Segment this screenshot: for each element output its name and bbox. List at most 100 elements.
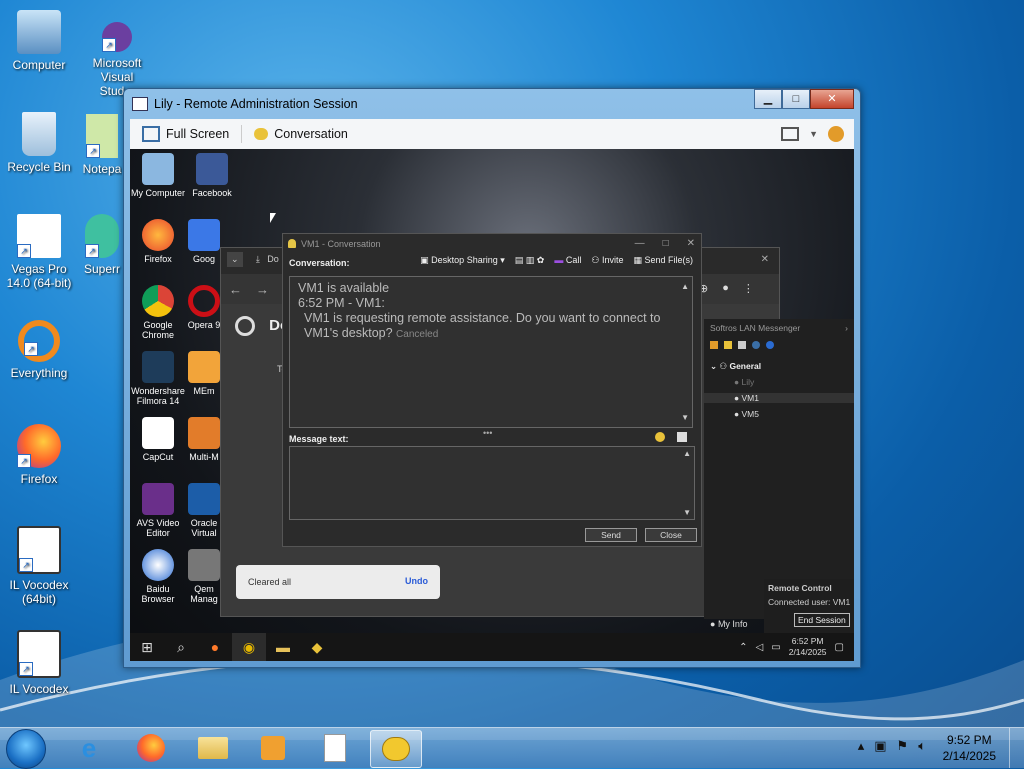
show-desktop-button[interactable] — [1009, 728, 1024, 768]
scroll-down-icon[interactable]: ▼ — [683, 508, 691, 517]
lan-tool-icon[interactable] — [752, 341, 760, 349]
close-button[interactable]: ✕ — [687, 234, 695, 254]
firefox-icon[interactable]: ● — [198, 633, 232, 661]
menu-dots-icon[interactable]: ⋮ — [743, 282, 754, 295]
lan-tool-icon[interactable] — [738, 341, 746, 349]
messenger-icon[interactable]: ◆ — [300, 633, 334, 661]
conversation-button[interactable]: Conversation — [250, 127, 352, 141]
splitter-handle[interactable]: ••• — [483, 428, 492, 438]
display-mode-icon[interactable] — [781, 127, 800, 141]
back-arrow-icon[interactable]: ← — [229, 282, 242, 297]
taskbar-internet-explorer[interactable]: e — [64, 730, 114, 766]
opera-icon — [188, 285, 220, 317]
chrome-close-icon[interactable]: ✕ — [761, 254, 769, 265]
show-hidden-icons[interactable]: ▴ — [858, 738, 865, 754]
chrome-tab-title[interactable]: Do — [267, 254, 279, 264]
full-screen-button[interactable]: Full Screen — [138, 126, 233, 142]
taskbar-document[interactable] — [310, 730, 360, 766]
my-info-button[interactable]: ● My Info — [710, 619, 747, 629]
network-icon[interactable]: ▭ — [771, 642, 780, 653]
scroll-up-icon[interactable]: ▲ — [681, 279, 689, 294]
scroll-up-icon[interactable]: ▲ — [683, 449, 691, 458]
close-dialog-button[interactable]: Close — [645, 528, 697, 542]
remote-screen[interactable]: My Computer Facebook Firefox Goog Google… — [130, 149, 854, 661]
action-center-flag-icon[interactable]: ⚑ — [897, 738, 909, 754]
remote-icon-qemu-manager[interactable]: Qem Manag — [184, 549, 224, 604]
message-input[interactable]: ▲ ▼ — [289, 446, 695, 520]
minimize-button[interactable]: — — [635, 234, 645, 254]
lan-user-lily[interactable]: ● Lily — [734, 377, 754, 387]
format-icon[interactable] — [677, 432, 687, 442]
remote-icon-multi-memu[interactable]: Multi-M — [184, 417, 224, 462]
remote-icon-baidu-browser[interactable]: Baidu Browser — [130, 549, 186, 604]
taskbar-clock[interactable]: 9:52 PM 2/14/2025 — [943, 732, 996, 764]
desktop-icon-il-vocodex-64[interactable]: ↗ IL Vocodex (64bit) — [4, 526, 74, 606]
taskbar-media-player[interactable] — [248, 730, 298, 766]
remote-icon-virtualbox[interactable]: Oracle Virtual — [184, 483, 224, 538]
desktop-icon-firefox[interactable]: ↗ Firefox — [4, 424, 74, 486]
desktop-icon-visual-studio[interactable]: ↗ Microsoft Visual Stud... — [82, 22, 152, 98]
remote-icon-capcut[interactable]: CapCut — [130, 417, 186, 462]
remote-icon-chrome[interactable]: Google Chrome — [130, 285, 186, 340]
network-icon[interactable]: ▣ — [874, 738, 886, 754]
taskbar-firefox[interactable] — [126, 730, 176, 766]
taskbar-messenger[interactable] — [370, 730, 422, 768]
window-title-bar[interactable]: Lily - Remote Administration Session — [132, 93, 750, 115]
lan-tool-icon[interactable] — [710, 341, 718, 349]
desktop-icon-il-vocodex[interactable]: ↗ IL Vocodex — [4, 630, 74, 696]
windows-start-icon[interactable]: ⊞ — [130, 633, 164, 661]
scroll-down-icon[interactable]: ▼ — [681, 410, 689, 425]
maximize-button[interactable]: □ — [782, 89, 810, 109]
info-icon[interactable] — [766, 341, 774, 349]
file-explorer-icon[interactable]: ▬ — [266, 633, 300, 661]
desktop-icon-computer[interactable]: Computer — [4, 10, 74, 72]
emoji-icon[interactable] — [655, 432, 665, 442]
close-button[interactable]: ✕ — [810, 89, 854, 109]
volume-icon[interactable]: ◁ — [756, 642, 764, 653]
volume-icon[interactable]: 🔈︎ — [918, 738, 926, 754]
search-icon[interactable]: ⌕ — [164, 633, 198, 661]
desktop-icon-notepad[interactable]: ↗ Notepa — [82, 114, 122, 176]
lan-user-vm1[interactable]: ● VM1 — [704, 393, 854, 403]
profile-icon[interactable]: ● — [722, 282, 729, 295]
visual-studio-icon: ↗ — [102, 22, 132, 52]
remote-icon-my-computer[interactable]: My Computer — [130, 153, 186, 198]
remote-icon-firefox[interactable]: Firefox — [130, 219, 186, 264]
remote-icon-filmora[interactable]: Wondershare Filmora 14 — [130, 351, 186, 406]
invite-button[interactable]: ⚇ Invite — [591, 255, 623, 266]
desktop-icon-superr[interactable]: ↗ Superr — [82, 214, 122, 276]
tab-dropdown-icon[interactable]: ⌄ — [227, 252, 243, 267]
remote-icon-opera[interactable]: Opera 9 — [184, 285, 224, 330]
maximize-button[interactable]: □ — [663, 234, 669, 254]
desktop-icon-everything[interactable]: ↗ Everything — [4, 320, 74, 380]
conversation-log[interactable]: VM1 is available 6:52 PM - VM1: VM1 is r… — [289, 276, 693, 428]
forward-arrow-icon[interactable]: → — [256, 282, 269, 297]
chrome-icon[interactable]: ◉ — [232, 633, 266, 661]
lan-tool-icon[interactable] — [724, 341, 732, 349]
send-button[interactable]: Send — [585, 528, 637, 542]
conversation-title-bar[interactable]: VM1 - Conversation — □ ✕ — [283, 234, 701, 254]
end-session-button[interactable]: End Session — [794, 613, 850, 627]
lan-collapse-icon[interactable]: › — [845, 323, 848, 333]
start-button[interactable] — [6, 729, 46, 769]
desktop-sharing-button[interactable]: ▣ Desktop Sharing ▾ — [420, 255, 505, 266]
desktop-icon-recycle-bin[interactable]: Recycle Bin — [4, 112, 74, 174]
minimize-button[interactable]: ▁ — [754, 89, 782, 109]
remote-icon-google[interactable]: Goog — [184, 219, 224, 264]
settings-icon[interactable] — [828, 126, 844, 142]
taskbar-explorer[interactable] — [188, 730, 238, 766]
send-files-button[interactable]: ▦ Send File(s) — [633, 255, 693, 266]
chevron-up-icon[interactable]: ⌃ — [739, 642, 747, 653]
undo-button[interactable]: Undo — [405, 576, 428, 586]
remote-clock[interactable]: 6:52 PM 2/14/2025 — [789, 636, 827, 658]
remote-icon-facebook[interactable]: Facebook — [184, 153, 240, 198]
lan-group-general[interactable]: ⌄ ⚇ General — [710, 361, 761, 372]
chevron-down-icon[interactable]: ▼ — [809, 129, 818, 139]
notification-icon[interactable]: ▢ — [835, 642, 844, 653]
lan-user-vm5[interactable]: ● VM5 — [734, 409, 759, 419]
remote-icon-avs-video-editor[interactable]: AVS Video Editor — [130, 483, 186, 538]
remote-icon-memu[interactable]: MEm — [184, 351, 224, 396]
desktop-icon-vegas-pro[interactable]: ↗ Vegas Pro 14.0 (64-bit) — [4, 214, 74, 290]
call-button[interactable]: ▬ Call — [554, 255, 581, 266]
toolbar-icons[interactable]: ▤ ▥ ✿ — [515, 255, 545, 266]
